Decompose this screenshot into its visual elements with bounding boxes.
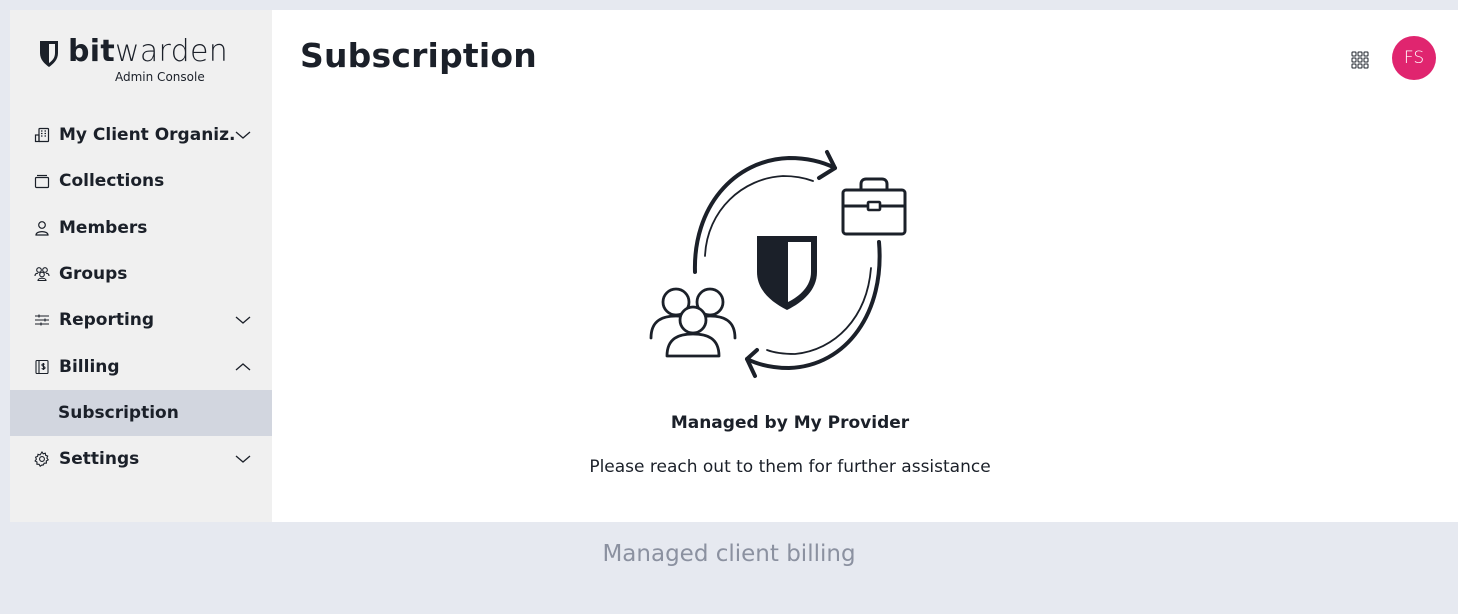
- managed-message-body: Please reach out to them for further ass…: [589, 457, 991, 477]
- organization-icon: [33, 126, 51, 144]
- sidebar-item-billing[interactable]: Billing: [10, 343, 272, 389]
- brand-wordmark: bitwarden: [68, 34, 229, 69]
- sidebar-item-collections[interactable]: Collections: [10, 158, 272, 204]
- managed-by-provider-illustration: [649, 150, 907, 378]
- billing-icon: [33, 358, 51, 376]
- sidebar-item-organization[interactable]: My Client Organiz...: [10, 112, 272, 158]
- members-icon: [33, 219, 51, 237]
- brand-subtitle: Admin Console: [115, 70, 205, 84]
- reporting-icon: [33, 311, 51, 329]
- sidebar-item-settings[interactable]: Settings: [10, 436, 272, 482]
- app-window: bitwarden Admin Console My Client Organi…: [10, 10, 1458, 522]
- page-title: Subscription: [300, 36, 537, 75]
- chevron-up-icon[interactable]: [234, 358, 252, 376]
- chevron-down-icon[interactable]: [234, 450, 252, 468]
- sidebar-item-members[interactable]: Members: [10, 205, 272, 251]
- chevron-down-icon[interactable]: [234, 311, 252, 329]
- chevron-down-icon[interactable]: [234, 126, 252, 144]
- gear-icon: [33, 450, 51, 468]
- sidebar: bitwarden Admin Console My Client Organi…: [10, 10, 272, 522]
- product-switcher-button[interactable]: [1349, 49, 1371, 71]
- bitwarden-logo[interactable]: bitwarden Admin Console: [10, 34, 272, 84]
- screenshot-caption: Managed client billing: [602, 541, 856, 567]
- managed-message-title: Managed by My Provider: [670, 413, 910, 433]
- main-content: Subscription FS Managed by My Provider P…: [272, 10, 1458, 522]
- sidebar-item-reporting[interactable]: Reporting: [10, 297, 272, 343]
- user-avatar[interactable]: FS: [1392, 36, 1436, 80]
- shield-logo-icon: [40, 41, 58, 67]
- groups-icon: [33, 265, 51, 283]
- grid-icon: [1351, 51, 1369, 69]
- sidebar-item-groups[interactable]: Groups: [10, 251, 272, 297]
- collections-icon: [33, 172, 51, 190]
- sidebar-item-subscription[interactable]: Subscription: [10, 389, 272, 437]
